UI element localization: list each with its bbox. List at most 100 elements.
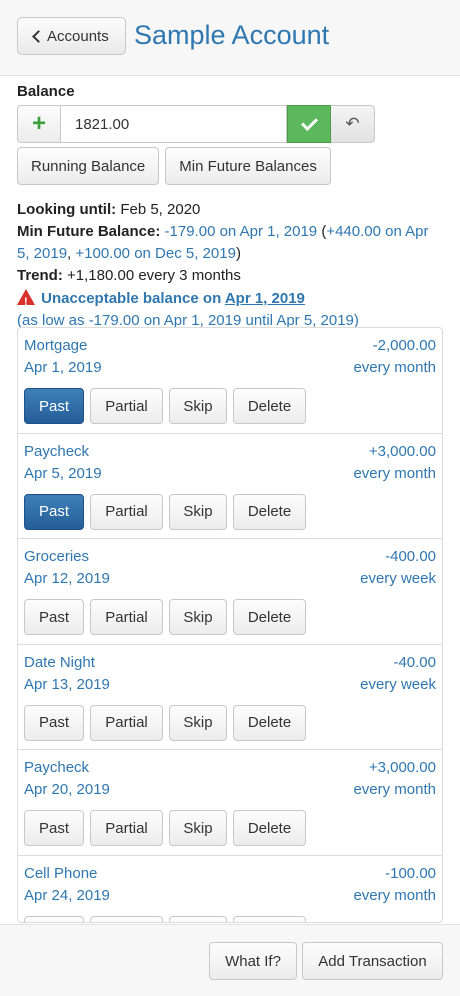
transaction-item: Paycheck +3,000.00 Apr 5, 2019 every month P… [18,434,442,539]
past-button[interactable]: Past [24,388,84,424]
transaction-bottom-row: Apr 13, 2019 every week [24,674,436,696]
confirm-balance-button[interactable] [287,105,331,143]
skip-button[interactable]: Skip [169,704,227,741]
paren-close: ) [235,245,241,262]
footer-bar: What If? Add Transaction [0,924,460,996]
min-future-extra-link-2[interactable]: +100.00 on Dec 5, 2019 [75,245,236,262]
partial-button[interactable]: Partial [90,915,163,922]
warning-text: Unacceptable balance on [41,290,225,307]
transaction-actions: PastPartialSkipDelete [24,493,436,530]
transaction-date: Apr 12, 2019 [24,570,110,587]
back-to-accounts-button[interactable]: Accounts [17,17,126,55]
delete-button[interactable]: Delete [233,599,306,635]
transaction-frequency: every month [353,886,436,904]
transaction-frequency: every month [353,359,436,376]
undo-balance-button[interactable]: ↶ [331,105,375,143]
min-future-balance-link[interactable]: -179.00 on Apr 1, 2019 [165,223,318,240]
transaction-name[interactable]: Groceries [24,546,89,568]
transaction-frequency: every week [360,570,436,587]
balance-input[interactable] [61,105,287,143]
page-title: Sample Account [134,20,330,50]
running-balance-button[interactable]: Running Balance [17,147,160,185]
transaction-frequency: every month [353,464,436,482]
transaction-name[interactable]: Cell Phone [24,863,97,885]
transaction-frequency: every week [360,675,436,693]
transaction-item: Cell Phone -100.00 Apr 24, 2019 every month… [18,856,442,922]
transaction-date: Apr 20, 2019 [24,781,110,798]
transaction-actions: PastPartialSkipDelete [24,388,436,424]
back-button-label: Accounts [47,27,109,45]
looking-until-label: Looking until: [17,201,117,218]
transaction-item: Groceries -400.00 Apr 12, 2019 every week Pa… [18,539,442,645]
transaction-top-row: Mortgage -2,000.00 [24,335,436,357]
skip-button[interactable]: Skip [169,388,227,424]
what-if-button[interactable]: What If? [209,942,297,980]
min-future-balances-button[interactable]: Min Future Balances [165,147,331,185]
undo-icon: ↶ [345,114,360,133]
transaction-bottom-row: Apr 12, 2019 every week [24,568,436,590]
delete-button[interactable]: Delete [233,493,306,530]
transaction-amount: -40.00 [393,653,436,671]
partial-button[interactable]: Partial [90,599,163,635]
balance-section: Balance + ↶ Running Balance Min Future B… [17,83,443,332]
delete-button[interactable]: Delete [233,388,306,424]
skip-button[interactable]: Skip [169,915,227,922]
transaction-bottom-row: Apr 1, 2019 every month [24,357,436,379]
partial-button[interactable]: Partial [90,704,163,741]
trend-line: Trend: +1,180.00 every 3 months [17,265,443,287]
looking-until-value: Feb 5, 2020 [120,201,201,218]
transaction-top-row: Groceries -400.00 [24,546,436,568]
transaction-actions: PastPartialSkipDelete [24,599,436,635]
skip-button[interactable]: Skip [169,599,227,635]
transaction-bottom-row: Apr 24, 2019 every month [24,885,436,907]
check-icon [300,114,318,131]
transaction-date: Apr 13, 2019 [24,675,110,693]
partial-button[interactable]: Partial [90,810,163,846]
skip-button[interactable]: Skip [169,493,227,530]
transaction-amount: -2,000.00 [372,337,436,354]
transaction-top-row: Paycheck +3,000.00 [24,757,436,779]
transaction-name[interactable]: Paycheck [24,757,89,779]
transaction-date: Apr 1, 2019 [24,359,102,376]
warning-date-link[interactable]: Apr 1, 2019 [225,290,305,307]
past-button[interactable]: Past [24,810,84,846]
min-future-balance-label: Min Future Balance: [17,223,161,240]
transaction-actions: PastPartialSkipDelete [24,704,436,741]
transaction-name[interactable]: Date Night [24,652,95,674]
partial-button[interactable]: Partial [90,493,163,530]
transaction-bottom-row: Apr 20, 2019 every month [24,779,436,801]
transaction-name[interactable]: Mortgage [24,335,87,357]
transaction-top-row: Date Night -40.00 [24,652,436,674]
past-button[interactable]: Past [24,493,84,530]
transaction-bottom-row: Apr 5, 2019 every month [24,463,436,485]
delete-button[interactable]: Delete [233,810,306,846]
transaction-amount: +3,000.00 [368,759,436,776]
add-transaction-button[interactable]: Add Transaction [302,942,443,980]
past-button[interactable]: Past [24,915,84,922]
unacceptable-balance-warning: Unacceptable balance on Apr 1, 2019 [17,287,443,313]
past-button[interactable]: Past [24,599,84,635]
transaction-name[interactable]: Paycheck [24,441,89,463]
transaction-list[interactable]: Mortgage -2,000.00 Apr 1, 2019 every month P… [17,327,443,923]
add-balance-button[interactable]: + [17,105,61,143]
chevron-left-icon [32,30,45,43]
delete-button[interactable]: Delete [233,915,306,922]
transaction-date: Apr 24, 2019 [24,886,110,904]
transaction-frequency: every month [353,781,436,798]
skip-button[interactable]: Skip [169,810,227,846]
transaction-amount: -100.00 [385,864,436,882]
header-bar: Accounts Sample Account [0,0,460,76]
plus-icon: + [31,110,46,137]
transaction-actions: Past Partial Skip Delete [24,915,436,922]
transaction-item: Paycheck +3,000.00 Apr 20, 2019 every month… [18,750,442,856]
transaction-amount: -400.00 [385,548,436,565]
account-summary: Looking until: Feb 5, 2020 Min Future Ba… [17,199,443,332]
past-button[interactable]: Past [24,704,84,741]
transaction-amount: +3,000.00 [368,442,436,460]
transaction-top-row: Paycheck +3,000.00 [24,441,436,463]
partial-button[interactable]: Partial [90,388,163,424]
balance-mode-buttons: Running Balance Min Future Balances [17,147,443,185]
transaction-date: Apr 5, 2019 [24,464,102,482]
delete-button[interactable]: Delete [233,704,306,741]
looking-until-line: Looking until: Feb 5, 2020 [17,199,443,221]
